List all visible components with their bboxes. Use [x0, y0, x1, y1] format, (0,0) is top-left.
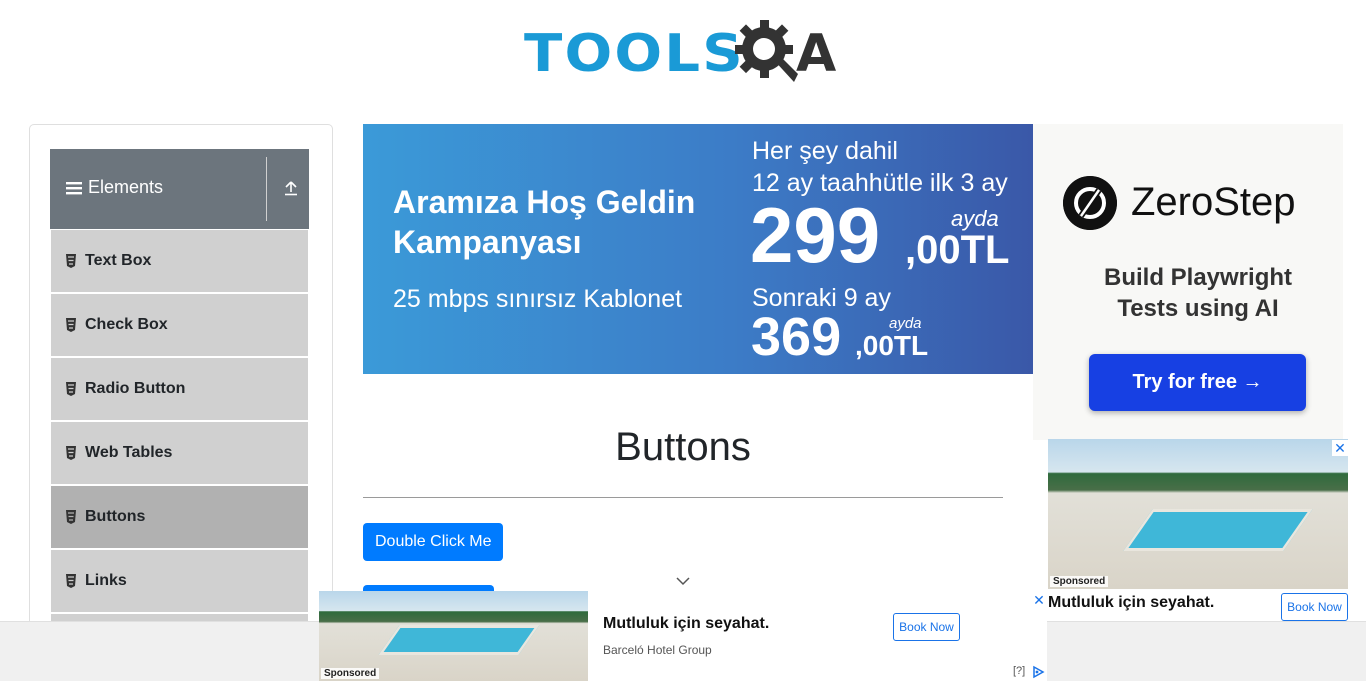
- menu-item-buttons[interactable]: Buttons: [51, 486, 308, 548]
- page: TOOLS A Elements Text Box Check Box Radi…: [0, 0, 1366, 681]
- menu-item-check-box[interactable]: Check Box: [51, 294, 308, 356]
- banner-price1: 299: [750, 191, 881, 279]
- double-click-button[interactable]: Double Click Me: [363, 523, 504, 561]
- bottom-ad[interactable]: Sponsored Mutluluk için seyahat. Barceló…: [319, 591, 1047, 681]
- menu-item-links[interactable]: Links: [51, 550, 308, 612]
- banner-price1-decimal: ,00TL: [905, 228, 1010, 272]
- menu-item-label: Buttons: [85, 508, 146, 525]
- banner-ad[interactable]: Aramıza Hoş Geldin Kampanyası 25 mbps sı…: [363, 124, 1033, 374]
- banner-price2: 369: [751, 307, 842, 367]
- pool-shape: [378, 625, 540, 655]
- try-for-free-button[interactable]: Try for free →: [1089, 354, 1306, 411]
- bottom-ad-image[interactable]: Sponsored: [319, 591, 588, 681]
- bottom-ad-source: Barceló Hotel Group: [603, 643, 712, 657]
- banner-price2-decimal: ,00TL: [855, 330, 929, 361]
- banner-subline: 25 mbps sınırsız Kablonet: [393, 285, 683, 313]
- logo-text: TOOLS: [524, 24, 745, 84]
- banner-headline: Aramıza Hoş Geldin Kampanyası: [393, 184, 696, 260]
- group-title-label: Elements: [88, 177, 164, 197]
- group-header-elements[interactable]: Elements: [50, 149, 309, 229]
- menu-icon: [66, 181, 82, 194]
- html-icon: [66, 318, 76, 332]
- page-title: Buttons: [615, 425, 751, 469]
- left-panel: Elements Text Box Check Box Radio Button: [29, 124, 333, 681]
- toolsqa-logo[interactable]: TOOLS A: [524, 14, 848, 92]
- html-icon: [66, 446, 76, 460]
- menu-item-label: Text Box: [85, 252, 152, 269]
- html-icon: [66, 254, 76, 268]
- book-now-button[interactable]: Book Now: [1281, 593, 1348, 621]
- sponsored-label: Sponsored: [1050, 576, 1109, 587]
- hotel-ad-image[interactable]: Sponsored: [1048, 439, 1348, 589]
- adchoices-icon[interactable]: [1031, 665, 1045, 679]
- zerostep-logo-icon: [1063, 176, 1117, 230]
- ad-brand: ZeroStep: [1131, 180, 1296, 224]
- header-divider: [266, 157, 267, 221]
- menu-item-label: Links: [85, 572, 127, 589]
- menu-item-radio-button[interactable]: Radio Button: [51, 358, 308, 420]
- html-icon: [66, 382, 76, 396]
- title-divider: [363, 497, 1003, 498]
- menu-item-label: Check Box: [85, 316, 168, 333]
- close-icon[interactable]: ✕: [1031, 592, 1047, 608]
- group-title: Elements: [66, 177, 163, 198]
- book-now-button[interactable]: Book Now: [893, 613, 960, 641]
- upload-arrow-icon[interactable]: [282, 179, 300, 197]
- element-menu: Text Box Check Box Radio Button Web Tabl…: [51, 230, 308, 678]
- ad-info-link[interactable]: [?]: [1013, 665, 1025, 677]
- banner-per1: ayda: [951, 206, 999, 231]
- html-icon: [66, 510, 76, 524]
- bottom-ad-title[interactable]: Mutluluk için seyahat.: [603, 615, 769, 633]
- html-icon: [66, 574, 76, 588]
- menu-item-web-tables[interactable]: Web Tables: [51, 422, 308, 484]
- menu-item-label: Web Tables: [85, 444, 173, 461]
- chevron-down-icon[interactable]: [674, 572, 692, 590]
- pool-shape: [1123, 509, 1313, 551]
- close-icon[interactable]: ✕: [1332, 440, 1348, 456]
- gear-q-icon: [735, 20, 798, 82]
- logo-text-a: A: [796, 24, 837, 84]
- right-ad[interactable]: ZeroStep Build Playwright Tests using AI…: [1033, 124, 1343, 440]
- banner-per2: ayda: [889, 315, 922, 332]
- pool-image: Sponsored: [319, 591, 588, 681]
- menu-item-label: Radio Button: [85, 380, 186, 397]
- pool-image: Sponsored: [1048, 439, 1348, 589]
- banner-line1: Her şey dahil: [752, 137, 898, 165]
- ad-tagline: Build Playwright Tests using AI: [1103, 264, 1292, 322]
- menu-item-text-box[interactable]: Text Box: [51, 230, 308, 292]
- hotel-caption[interactable]: Mutluluk için seyahat.: [1048, 594, 1214, 612]
- sponsored-label: Sponsored: [321, 668, 380, 679]
